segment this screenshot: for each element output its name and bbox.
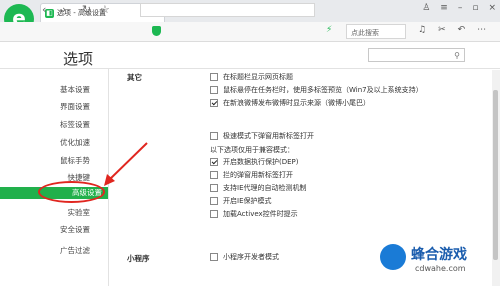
watermark-logo	[380, 244, 406, 270]
watermark-title: 蜂合游戏	[411, 247, 467, 263]
watermark-url: cdwahe.com	[415, 264, 466, 273]
watermark: 蜂合游戏 cdwahe.com	[378, 240, 496, 284]
